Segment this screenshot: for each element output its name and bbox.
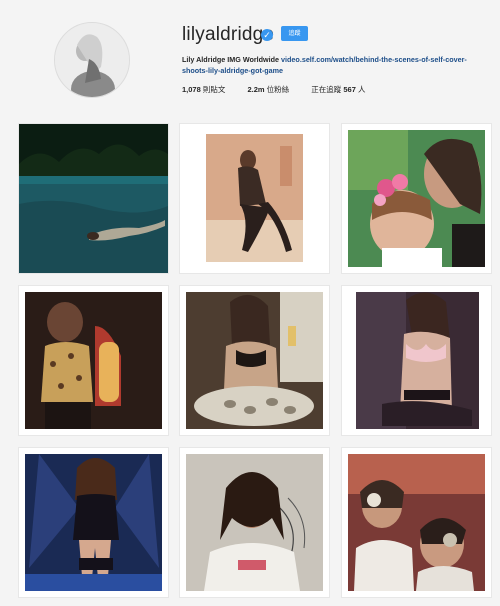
post-tile-oyster-dinner[interactable] bbox=[180, 286, 329, 435]
post-image bbox=[342, 124, 491, 273]
post-tile-lingerie-pink[interactable] bbox=[342, 286, 491, 435]
post-tile-glitter-faces[interactable] bbox=[342, 448, 491, 597]
post-tile-leopard-top[interactable] bbox=[19, 286, 168, 435]
post-image bbox=[19, 286, 168, 435]
post-tile-girl-portrait[interactable] bbox=[180, 448, 329, 597]
posts-grid bbox=[0, 0, 500, 606]
post-image bbox=[19, 124, 168, 273]
post-image bbox=[342, 286, 491, 435]
post-image bbox=[342, 448, 491, 597]
post-image bbox=[180, 286, 329, 435]
post-tile-legs-pose[interactable] bbox=[180, 124, 329, 273]
post-tile-selfie-flowers[interactable] bbox=[342, 124, 491, 273]
post-image bbox=[19, 448, 168, 597]
post-image bbox=[180, 124, 329, 273]
post-tile-pool-swim[interactable] bbox=[19, 124, 168, 273]
post-image bbox=[180, 448, 329, 597]
post-tile-runway-wings[interactable] bbox=[19, 448, 168, 597]
